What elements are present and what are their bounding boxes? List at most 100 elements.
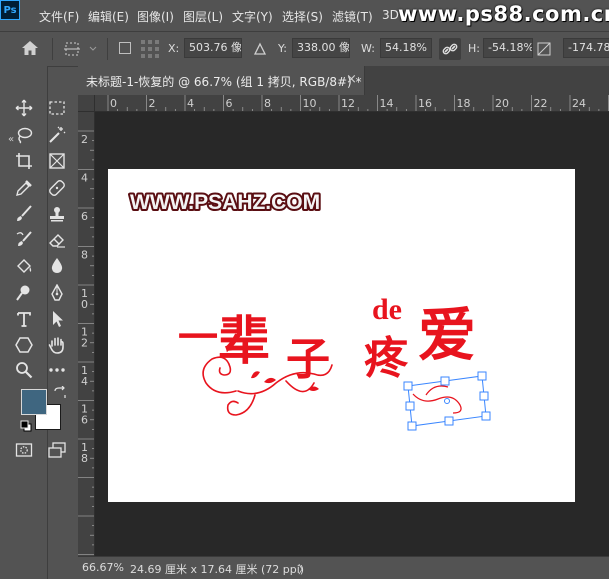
vertical-ruler[interactable]: 24681012141618 xyxy=(78,112,95,556)
brush-tool[interactable] xyxy=(12,202,36,226)
document-tab-bar: 未标题-1-恢复的 @ 66.7% (组 1 拷贝, RGB/8#) * × xyxy=(78,66,609,95)
quick-mask-button[interactable] xyxy=(12,438,36,462)
angle-icon xyxy=(537,42,551,56)
foreground-color-swatch[interactable] xyxy=(21,389,47,415)
move-icon xyxy=(15,99,33,117)
home-icon xyxy=(22,41,38,55)
width-field[interactable]: 54.18% xyxy=(380,38,432,58)
type-tool[interactable] xyxy=(12,307,36,331)
transform-handle-tr[interactable] xyxy=(477,371,487,381)
document-tab[interactable]: 未标题-1-恢复的 @ 66.7% (组 1 拷贝, RGB/8#) * × xyxy=(78,66,365,95)
title-char-3: 子 xyxy=(286,334,330,385)
de-text: de xyxy=(372,293,402,326)
transform-handle-t[interactable] xyxy=(440,376,450,386)
rect-marquee-tool[interactable] xyxy=(45,96,69,120)
zoom-tool[interactable] xyxy=(12,358,36,382)
ruler-tick-label: 22 xyxy=(534,97,548,110)
document-tab-title: 未标题-1-恢复的 @ 66.7% (组 1 拷贝, RGB/8#) * xyxy=(86,75,362,89)
ruler-tick-label: 8 xyxy=(81,249,88,262)
reference-point-checkbox[interactable] xyxy=(119,42,131,54)
crop-icon xyxy=(16,153,32,169)
ruler-tick-label: 6 xyxy=(226,97,233,110)
marquee-icon xyxy=(49,101,65,115)
w-label: W: xyxy=(361,42,375,55)
home-button[interactable] xyxy=(20,39,44,59)
menu-select[interactable]: 选择(S) xyxy=(282,8,323,25)
ruler-tick-label: 12 xyxy=(341,97,355,110)
rotation-field[interactable]: -174.78 xyxy=(563,38,609,58)
ruler-origin[interactable] xyxy=(78,95,95,112)
tools-panel: « xyxy=(0,66,66,579)
transform-handle-r[interactable] xyxy=(479,391,489,401)
path-selection-tool[interactable] xyxy=(45,307,69,331)
menu-edit[interactable]: 编辑(E) xyxy=(88,8,129,25)
menu-filter[interactable]: 滤镜(T) xyxy=(332,8,373,25)
menu-3d[interactable]: 3D xyxy=(382,8,399,22)
move-tool-preset[interactable] xyxy=(62,40,100,58)
reference-grid-icon xyxy=(141,40,159,58)
status-menu-arrow[interactable]: 〉 xyxy=(298,561,309,577)
options-bar: X: 503.76 像素 Y: 338.00 像素 W: 54.18% H: -… xyxy=(0,31,609,67)
link-icon xyxy=(442,43,458,55)
zoom-level[interactable]: 66.67% xyxy=(82,561,124,574)
magic-wand-tool[interactable] xyxy=(45,123,69,147)
ruler-tick-label: 20 xyxy=(495,97,509,110)
eraser-tool[interactable] xyxy=(45,228,69,252)
ruler-tick-label: 4 xyxy=(187,97,194,110)
transform-handle-br[interactable] xyxy=(481,411,491,421)
crop-tool[interactable] xyxy=(12,149,36,173)
link-proportions-button[interactable] xyxy=(439,38,461,60)
dodge-tool[interactable] xyxy=(12,281,36,305)
dodge-icon xyxy=(16,285,30,301)
frame-tool[interactable] xyxy=(45,149,69,173)
clone-stamp-tool[interactable] xyxy=(45,202,69,226)
move-tool[interactable] xyxy=(12,96,36,120)
blur-tool[interactable] xyxy=(45,254,69,278)
menu-layer[interactable]: 图层(L) xyxy=(183,8,223,25)
ellipsis-icon xyxy=(49,368,65,372)
transform-center-point[interactable] xyxy=(444,398,450,404)
x-label: X: xyxy=(168,42,180,55)
close-document-button[interactable]: × xyxy=(346,72,357,87)
menu-image[interactable]: 图像(I) xyxy=(137,8,174,25)
ruler-tick-label: 18 xyxy=(457,97,471,110)
ruler-tick-label: 10 xyxy=(303,97,317,110)
ruler-tick-label: 8 xyxy=(81,452,88,465)
horizontal-ruler[interactable]: 0 2 4 6 8 10 12 14 16 18 20 22 24 xyxy=(95,95,609,112)
history-brush-tool[interactable] xyxy=(12,228,36,252)
swap-colors-button[interactable] xyxy=(53,385,67,400)
ruler-tick-label: 0 xyxy=(81,298,88,311)
reference-point-grid[interactable] xyxy=(140,39,160,59)
height-field[interactable]: -54.18% xyxy=(483,38,533,58)
lasso-tool[interactable] xyxy=(12,123,36,147)
shape-tool[interactable] xyxy=(12,333,36,357)
ruler-tick-label: 4 xyxy=(81,375,88,388)
transform-handle-tl[interactable] xyxy=(403,381,413,391)
hand-tool[interactable] xyxy=(45,333,69,357)
screen-mode-icon xyxy=(48,442,66,458)
pen-icon xyxy=(51,284,63,301)
healing-brush-tool[interactable] xyxy=(45,176,69,200)
x-position-field[interactable]: 503.76 像素 xyxy=(184,38,242,58)
default-colors-button[interactable] xyxy=(19,419,33,433)
transform-handle-bl[interactable] xyxy=(407,421,417,431)
paint-bucket-tool[interactable] xyxy=(12,254,36,278)
ruler-tick-label: 8 xyxy=(264,97,271,110)
more-tools-button[interactable] xyxy=(45,358,69,382)
ruler-tick-label: 2 xyxy=(81,133,88,146)
magnifier-icon xyxy=(16,362,33,379)
transform-handle-l[interactable] xyxy=(405,401,415,411)
lasso-icon xyxy=(17,127,33,144)
y-position-field[interactable]: 338.00 像素 xyxy=(292,38,350,58)
bucket-icon xyxy=(17,259,32,273)
document-canvas[interactable]: WWW.PSAHZ.COM WWW.PSAHZ.COM 一 辈 子 疼 爱 de xyxy=(108,169,575,502)
pen-tool[interactable] xyxy=(45,281,69,305)
eyedropper-tool[interactable] xyxy=(12,176,36,200)
menu-type[interactable]: 文字(Y) xyxy=(232,8,273,25)
transform-bounding-box[interactable] xyxy=(403,371,491,431)
menu-file[interactable]: 文件(F) xyxy=(39,8,79,25)
title-char-4: 疼 xyxy=(364,333,409,384)
menu-bar: Ps 文件(F) 编辑(E) 图像(I) 图层(L) 文字(Y) 选择(S) 滤… xyxy=(0,0,609,31)
screen-mode-button[interactable] xyxy=(45,438,69,462)
transform-handle-b[interactable] xyxy=(444,416,454,426)
